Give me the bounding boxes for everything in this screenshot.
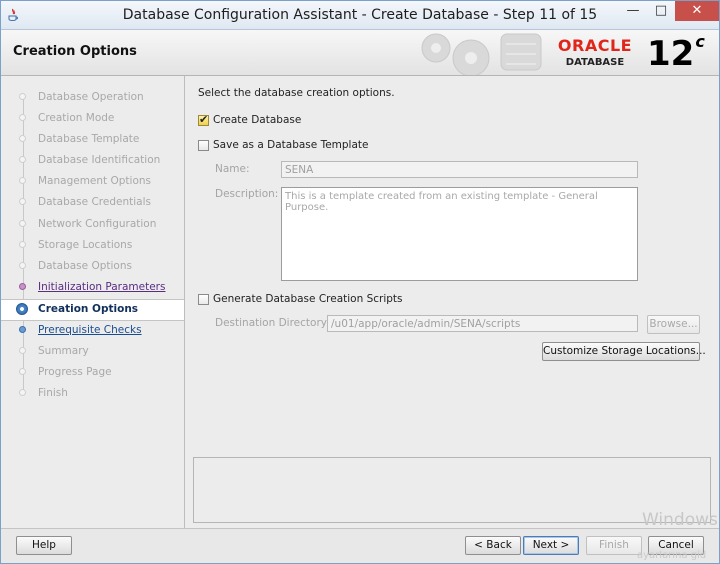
activation-watermark-sub: ayarlarına gid: [637, 550, 707, 561]
step-dot-icon: [19, 389, 26, 396]
dbca-window: Database Configuration Assistant - Creat…: [0, 0, 720, 564]
destination-directory-field[interactable]: /u01/app/oracle/admin/SENA/scripts: [327, 315, 638, 332]
version-suffix: c: [695, 32, 705, 51]
minimize-button[interactable]: —: [619, 1, 647, 21]
window-title: Database Configuration Assistant - Creat…: [122, 7, 598, 23]
next-button[interactable]: Next >: [523, 536, 579, 555]
sidebar-item-prerequisite-checks[interactable]: Prerequisite Checks: [1, 321, 184, 341]
sidebar-item-storage-locations: Storage Locations: [1, 236, 184, 256]
sidebar-item-summary: Summary: [1, 342, 184, 362]
step-label: Creation Mode: [38, 112, 115, 124]
button-bar: Help < Back Next > Finish Cancel: [1, 528, 719, 563]
step-dot-icon: [19, 114, 26, 121]
step-label: Creation Options: [38, 303, 139, 315]
description-label: Description:: [215, 188, 279, 200]
browse-button[interactable]: Browse...: [647, 315, 700, 334]
activation-watermark: Windows': [642, 510, 720, 530]
sidebar-item-database-identification: Database Identification: [1, 151, 184, 171]
page-title: Creation Options: [13, 44, 137, 59]
version-badge: 12c: [647, 32, 705, 74]
step-label: Database Template: [38, 133, 140, 145]
step-label[interactable]: Initialization Parameters: [38, 281, 165, 293]
step-label: Summary: [38, 345, 89, 357]
step-dot-icon: [19, 177, 26, 184]
title-bar[interactable]: Database Configuration Assistant - Creat…: [1, 1, 719, 30]
step-label: Storage Locations: [38, 239, 133, 251]
step-dot-icon: [19, 241, 26, 248]
sidebar-item-initialization-parameters[interactable]: Initialization Parameters: [1, 278, 184, 298]
step-dot-icon: [19, 220, 26, 227]
gears-decoration-icon: [421, 33, 542, 75]
step-dot-icon: [19, 198, 26, 205]
sidebar-item-creation-options: Creation Options: [1, 299, 184, 321]
steps-sidebar: Database Operation Creation Mode Databas…: [1, 76, 185, 528]
version-number: 12: [647, 34, 695, 74]
sidebar-item-database-template: Database Template: [1, 130, 184, 150]
maximize-button[interactable]: □: [647, 1, 675, 21]
sidebar-item-database-operation: Database Operation: [1, 88, 184, 108]
sidebar-item-network-configuration: Network Configuration: [1, 215, 184, 235]
create-database-label[interactable]: Create Database: [213, 114, 301, 126]
step-dot-icon: [19, 156, 26, 163]
oracle-logo: ORACLE DATABASE: [549, 36, 641, 70]
generate-scripts-checkbox[interactable]: [198, 294, 209, 305]
message-panel: [193, 457, 711, 523]
step-label: Database Identification: [38, 154, 161, 166]
step-label: Finish: [38, 387, 68, 399]
save-template-checkbox[interactable]: [198, 140, 209, 151]
sidebar-item-creation-mode: Creation Mode: [1, 109, 184, 129]
step-dot-icon: [19, 93, 26, 100]
step-label: Management Options: [38, 175, 152, 187]
destination-directory-label: Destination Directory:: [215, 317, 330, 329]
generate-scripts-label[interactable]: Generate Database Creation Scripts: [213, 293, 403, 305]
back-button[interactable]: < Back: [465, 536, 521, 555]
name-label: Name:: [215, 163, 250, 175]
sidebar-item-database-options: Database Options: [1, 257, 184, 277]
sidebar-item-management-options: Management Options: [1, 172, 184, 192]
step-label[interactable]: Prerequisite Checks: [38, 324, 142, 336]
customize-storage-button[interactable]: Customize Storage Locations...: [542, 342, 706, 361]
step-dot-icon: [19, 283, 26, 290]
step-label: Progress Page: [38, 366, 112, 378]
sidebar-item-database-credentials: Database Credentials: [1, 193, 184, 213]
step-label: Network Configuration: [38, 218, 157, 230]
sidebar-item-progress-page: Progress Page: [1, 363, 184, 383]
page-header: Creation Options ORACLE DATABASE 12c: [1, 30, 719, 76]
step-dot-icon: [19, 326, 26, 333]
instruction-text: Select the database creation options.: [198, 87, 395, 99]
step-dot-icon: [19, 262, 26, 269]
main-content: Select the database creation options. Cr…: [185, 76, 719, 528]
step-dot-icon: [19, 347, 26, 354]
template-name-field[interactable]: SENA: [281, 161, 638, 178]
save-template-label[interactable]: Save as a Database Template: [213, 139, 368, 151]
template-description-textarea[interactable]: This is a template created from an exist…: [281, 187, 638, 281]
step-dot-icon: [19, 135, 26, 142]
step-dot-icon: [19, 368, 26, 375]
current-step-icon: [16, 303, 28, 315]
step-label: Database Credentials: [38, 196, 151, 208]
help-button[interactable]: Help: [16, 536, 72, 555]
sidebar-item-finish: Finish: [1, 384, 184, 404]
oracle-brand-text: ORACLE: [557, 36, 633, 55]
create-database-checkbox[interactable]: [198, 113, 209, 126]
finish-button[interactable]: Finish: [586, 536, 642, 555]
close-button[interactable]: ✕: [675, 1, 719, 21]
step-label: Database Options: [38, 260, 132, 272]
oracle-database-text: DATABASE: [565, 57, 625, 68]
step-label: Database Operation: [38, 91, 144, 103]
